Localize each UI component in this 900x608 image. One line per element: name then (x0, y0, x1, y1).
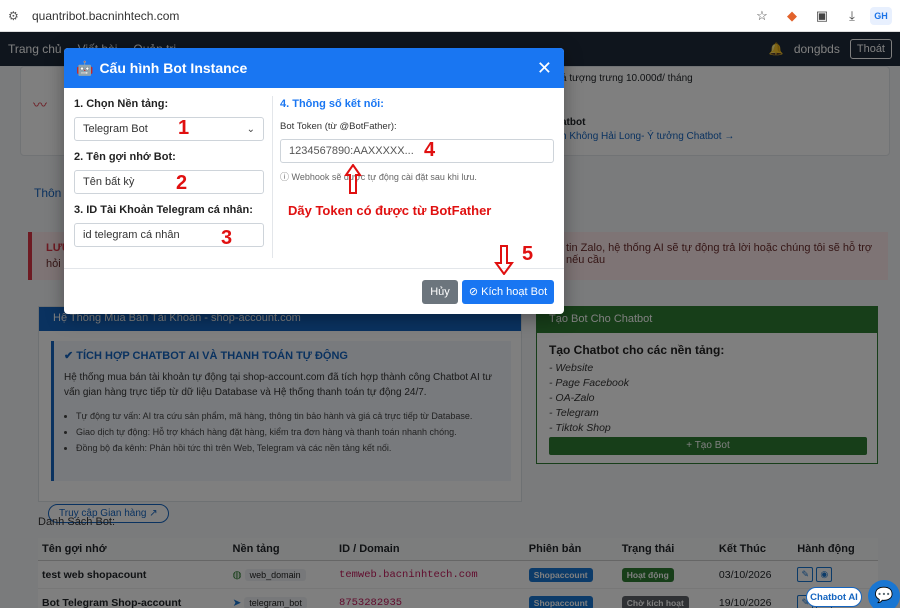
annotation-number-2: 2 (176, 172, 188, 194)
chatbot-ai-button[interactable]: Chatbot AI (806, 587, 862, 607)
column-divider (272, 96, 273, 258)
telegram-id-input[interactable]: id telegram cá nhân (74, 223, 264, 247)
cancel-button[interactable]: Hủy (422, 280, 458, 304)
annotation-number-3: 3 (221, 227, 233, 249)
modal-header: 🤖 Cấu hình Bot Instance ✕ (64, 48, 564, 88)
platform-label: 1. Chọn Nền tảng: (74, 98, 169, 110)
bot-name-input[interactable]: Tên bất kỳ (74, 170, 264, 194)
telegram-id-label: 3. ID Tài Khoản Telegram cá nhân: (74, 204, 253, 216)
close-icon[interactable]: ✕ (537, 58, 552, 79)
token-annotation-text: Dãy Token có được từ BotFather (288, 203, 492, 218)
platform-select-value: Telegram Bot (83, 123, 148, 135)
modal-left-column: 1. Chọn Nền tảng: Telegram Bot ⌄ 2. Tên … (74, 98, 274, 257)
bot-token-input[interactable]: 1234567890:AAXXXXX... (280, 139, 554, 163)
modal-footer: Hủy ⊘ Kích hoạt Bot (64, 268, 564, 314)
token-label: Bot Token (từ @BotFather): (280, 121, 397, 132)
profile-avatar[interactable]: GH (870, 6, 892, 25)
annotation-number-5: 5 (522, 243, 534, 265)
webhook-hint: ⓘ Webhook sẽ được tự động cài đặt sau kh… (280, 172, 477, 182)
chevron-down-icon: ⌄ (246, 123, 255, 135)
bookmark-star-icon[interactable]: ☆ (754, 8, 770, 24)
modal-body: 1. Chọn Nền tảng: Telegram Bot ⌄ 2. Tên … (64, 88, 564, 268)
bot-config-modal: 🤖 Cấu hình Bot Instance ✕ 1. Chọn Nền tả… (64, 48, 564, 314)
address-bar[interactable]: quantribot.bacninhtech.com (32, 9, 740, 23)
platform-select[interactable]: Telegram Bot ⌄ (74, 117, 264, 141)
modal-right-column: 4. Thông số kết nối: Bot Token (từ @BotF… (280, 98, 554, 183)
connection-section-title: 4. Thông số kết nối: (280, 98, 384, 110)
annotation-number-4: 4 (424, 139, 436, 161)
extension-fox-icon[interactable]: ◆ (784, 8, 800, 24)
activate-bot-button[interactable]: ⊘ Kích hoạt Bot (462, 280, 554, 304)
extensions-puzzle-icon[interactable]: ▣ (814, 8, 830, 24)
download-icon[interactable]: ⤓ (844, 8, 860, 24)
bot-name-label: 2. Tên gợi nhớ Bot: (74, 151, 176, 163)
browser-bar: ⚙ quantribot.bacninhtech.com ☆ ◆ ▣ ⤓ GH (0, 0, 900, 32)
annotation-arrow-up (344, 164, 362, 194)
chat-bubble-icon[interactable]: 💬 (868, 580, 900, 608)
site-settings-icon[interactable]: ⚙ (8, 9, 22, 23)
robot-icon: 🤖 (76, 59, 94, 76)
annotation-number-1: 1 (178, 117, 190, 139)
modal-title: Cấu hình Bot Instance (99, 60, 248, 76)
annotation-arrow-down (494, 245, 514, 275)
